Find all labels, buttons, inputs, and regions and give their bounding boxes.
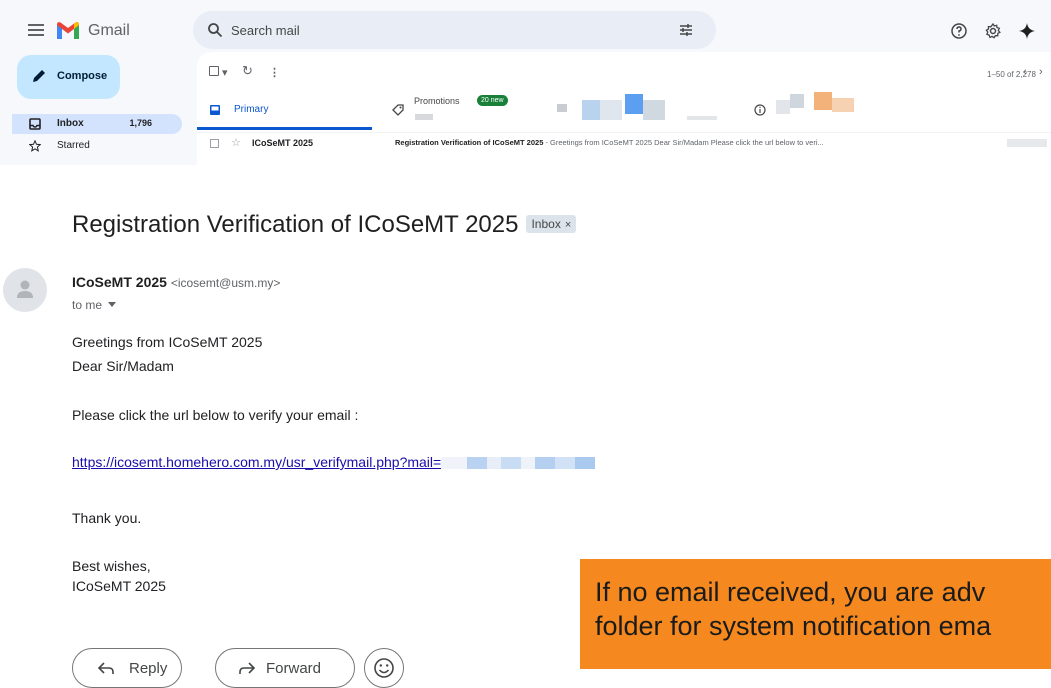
show-details-icon[interactable]: [108, 302, 117, 307]
header-actions: [950, 22, 1051, 40]
compose-button[interactable]: Compose: [17, 55, 120, 99]
redacted-pixels: [814, 92, 832, 110]
sender-avatar[interactable]: [3, 268, 47, 312]
refresh-icon[interactable]: ↻: [242, 63, 253, 79]
inbox-tab-icon: [210, 105, 220, 115]
redacted-pixels: [582, 100, 600, 120]
forward-button[interactable]: Forward: [215, 648, 355, 688]
message-list: ▾ ↻ ⋮ 1–50 of 2,278 ‹ › Primary Promotio…: [197, 52, 1051, 165]
redacted-pixels: [600, 100, 622, 120]
redacted-pixels: [501, 457, 522, 469]
redacted-pixels: [832, 98, 854, 112]
email-greeting: Greetings from ICoSeMT 2025: [72, 334, 263, 350]
reply-button[interactable]: Reply: [72, 648, 182, 688]
forward-arrow-icon: [239, 662, 256, 674]
gemini-sparkle-icon[interactable]: [1018, 22, 1036, 40]
spam-notice-banner: If no email received, you are adv folder…: [580, 559, 1051, 669]
search-icon[interactable]: [207, 22, 223, 38]
sidebar-item-inbox[interactable]: Inbox 1,796: [12, 114, 182, 134]
row-preview: Registration Verification of ICoSeMT 202…: [395, 138, 990, 147]
help-icon[interactable]: [950, 22, 968, 40]
verification-link-line: https://icosemt.homehero.com.my/usr_veri…: [72, 452, 596, 472]
row-checkbox[interactable]: [210, 139, 219, 148]
search-options-icon[interactable]: [678, 22, 694, 38]
redacted-pixels: [557, 104, 567, 112]
reply-arrow-icon: [97, 662, 114, 674]
pencil-icon: [33, 70, 45, 82]
email-instruction: Please click the url below to verify you…: [72, 407, 359, 423]
app-name: Gmail: [88, 22, 130, 39]
tag-icon: [392, 104, 404, 116]
redacted-pixels: [487, 457, 502, 469]
sidebar-item-starred[interactable]: Starred: [12, 136, 182, 156]
sender-name[interactable]: ICoSeMT 2025: [72, 274, 167, 290]
newer-page-button[interactable]: ‹: [1023, 66, 1027, 78]
settings-gear-icon[interactable]: [984, 22, 1002, 40]
inbox-count: 1,796: [129, 118, 152, 128]
email-closing: Best wishes,: [72, 558, 151, 574]
redacted-pixels: [790, 94, 804, 108]
row-snippet: - Greetings from ICoSeMT 2025 Dear Sir/M…: [543, 138, 824, 147]
redacted-pixels: [441, 457, 468, 469]
tab-updates[interactable]: [754, 92, 874, 130]
sender-info: ICoSeMT 2025 <icosemt@usm.my>: [72, 274, 280, 290]
redacted-pixels: [776, 100, 790, 114]
main-menu-icon[interactable]: [28, 24, 44, 36]
email-subject: Registration Verification of ICoSeMT 202…: [72, 211, 577, 239]
email-thanks: Thank you.: [72, 510, 142, 526]
row-subject: Registration Verification of ICoSeMT 202…: [395, 138, 544, 147]
more-options-icon[interactable]: ⋮: [269, 66, 280, 79]
tab-primary[interactable]: Primary: [197, 92, 372, 130]
gmail-logo-icon: [57, 22, 79, 39]
search-bar[interactable]: Search mail: [193, 11, 716, 49]
sender-email: <icosemt@usm.my>: [170, 276, 281, 290]
older-page-button[interactable]: ›: [1039, 66, 1043, 78]
emoji-reaction-button[interactable]: [364, 648, 404, 688]
star-icon: [29, 140, 41, 152]
remove-label-icon[interactable]: ×: [565, 219, 571, 231]
redacted-pixels: [1007, 139, 1047, 147]
redacted-pixels: [535, 457, 556, 469]
email-salutation: Dear Sir/Madam: [72, 358, 174, 374]
inbox-icon: [29, 118, 41, 130]
search-input[interactable]: Search mail: [231, 23, 300, 38]
redacted-pixels: [521, 457, 536, 469]
select-all-checkbox[interactable]: ▾: [209, 66, 228, 79]
table-row[interactable]: ☆ ICoSeMT 2025 Registration Verification…: [197, 132, 1051, 154]
row-star-icon[interactable]: ☆: [231, 136, 241, 149]
info-icon: [754, 104, 766, 116]
redacted-pixels: [575, 457, 596, 469]
person-icon: [17, 280, 33, 298]
redacted-pixels: [687, 116, 717, 120]
verification-link[interactable]: https://icosemt.homehero.com.my/usr_veri…: [72, 454, 441, 470]
gmail-inbox-screenshot: Gmail Search mail Compose Inbox 1,796 St…: [0, 0, 1051, 165]
redacted-pixels: [625, 94, 643, 114]
tab-promotions[interactable]: Promotions 20 new: [387, 92, 717, 130]
smiley-icon: [374, 658, 394, 678]
redacted-pixels: [415, 114, 433, 120]
email-signature: ICoSeMT 2025: [72, 578, 166, 594]
redacted-pixels: [555, 457, 576, 469]
row-sender: ICoSeMT 2025: [252, 138, 314, 148]
redacted-pixels: [467, 457, 488, 469]
recipient-details[interactable]: to me: [72, 298, 117, 312]
notice-text: If no email received, you are adv folder…: [595, 577, 992, 641]
new-count-badge: 20 new: [477, 95, 508, 106]
redacted-pixels: [643, 100, 665, 120]
pagination-count: 1–50 of 2,278: [987, 70, 1036, 79]
inbox-label-chip: Inbox ×: [526, 215, 577, 233]
